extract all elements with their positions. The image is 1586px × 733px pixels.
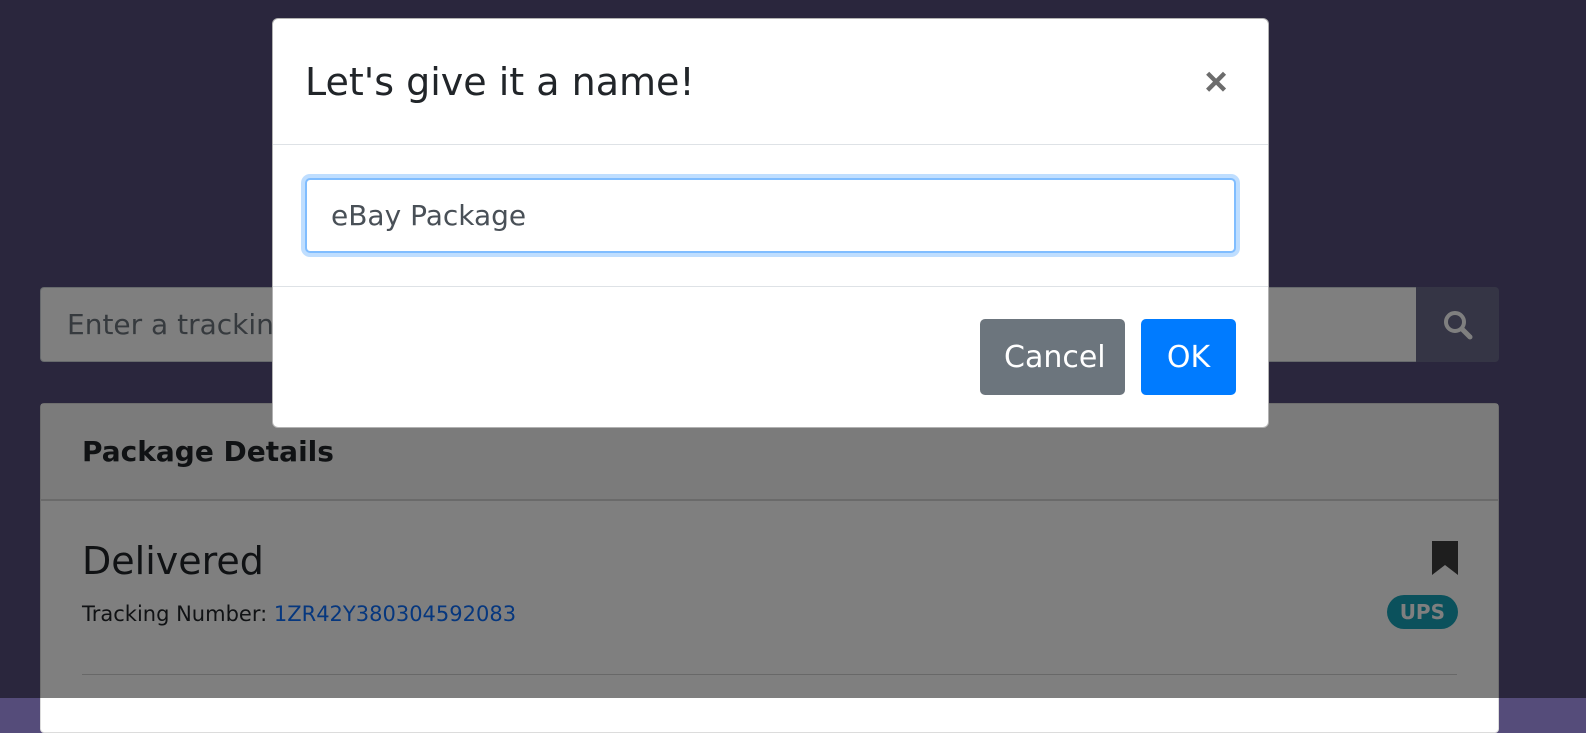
- package-name-input[interactable]: [305, 178, 1236, 253]
- ok-button[interactable]: OK: [1141, 319, 1236, 395]
- modal-header: Let's give it a name! ×: [273, 19, 1268, 145]
- name-package-modal: Let's give it a name! × Cancel OK: [272, 18, 1269, 428]
- cancel-button[interactable]: Cancel: [980, 319, 1125, 395]
- close-icon: ×: [1204, 59, 1228, 104]
- close-button[interactable]: ×: [1196, 62, 1236, 102]
- modal-title: Let's give it a name!: [305, 59, 695, 104]
- modal-body: [273, 145, 1268, 287]
- modal-footer: Cancel OK: [273, 287, 1268, 427]
